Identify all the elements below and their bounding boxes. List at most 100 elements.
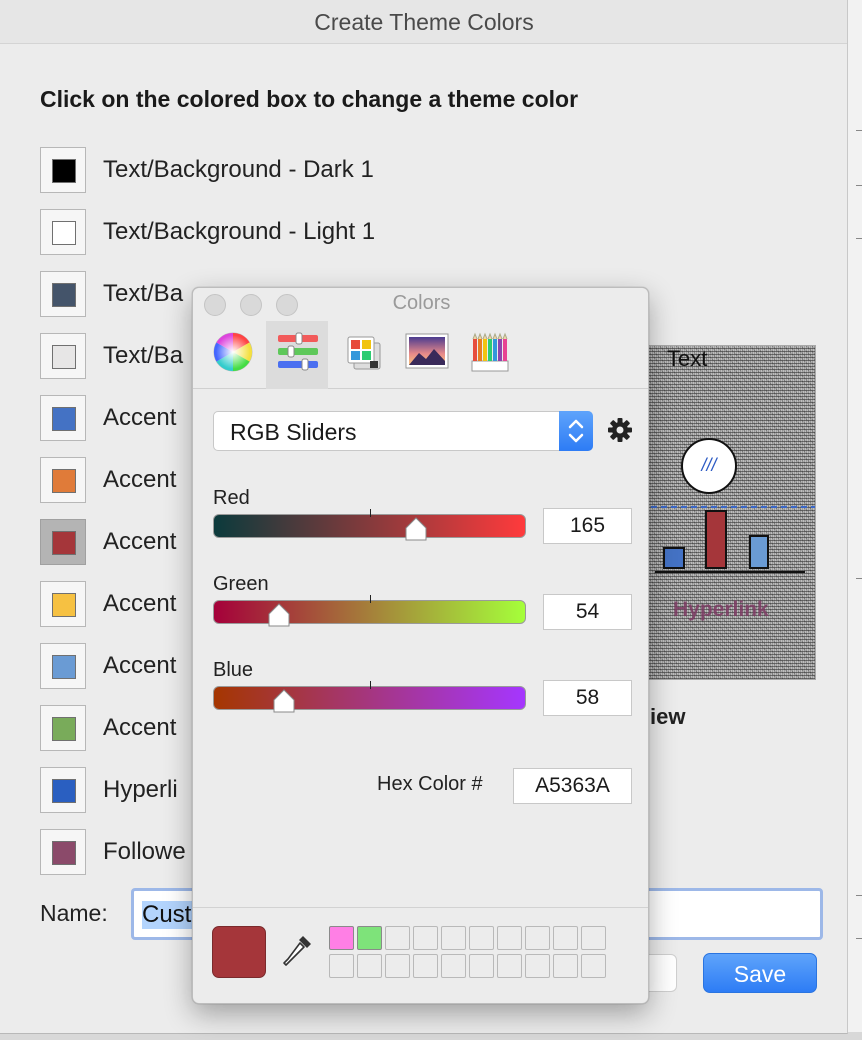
theme-color-swatch-button[interactable] [40, 271, 86, 317]
channel-slider-thumb[interactable] [272, 688, 296, 714]
channel-value-input[interactable]: 165 [543, 508, 632, 544]
tab-image-palettes[interactable] [394, 321, 456, 389]
color-swatch-slot[interactable] [581, 954, 606, 978]
tab-pencils[interactable] [458, 321, 520, 389]
color-swatch-slot[interactable] [553, 954, 578, 978]
preview-hyperlink: Hyperlink [673, 598, 769, 621]
colors-panel: Colors RGB Sliders Red 165 Green 54 Blue… [192, 287, 649, 1004]
theme-color-swatch-button[interactable] [40, 147, 86, 193]
channel-value-input[interactable]: 54 [543, 594, 632, 630]
color-swatch-slot[interactable] [385, 926, 410, 950]
preview-text: Text [667, 346, 708, 371]
color-swatch-slot[interactable] [469, 954, 494, 978]
theme-color-label: Accent [103, 714, 177, 741]
image-palettes-icon [405, 333, 449, 369]
eyedropper-icon[interactable] [281, 932, 315, 977]
channel-slider-track[interactable] [213, 681, 526, 710]
channel-slider-track[interactable] [213, 595, 526, 624]
theme-color-swatch-button[interactable] [40, 705, 86, 751]
instruction-heading: Click on the colored box to change a the… [40, 86, 579, 112]
colors-panel-footer [193, 907, 648, 1003]
theme-color-label: Text/Background - Light 1 [103, 218, 376, 245]
theme-color-fill [52, 345, 76, 369]
channel-slider-thumb[interactable] [267, 602, 291, 628]
slider-mode-value: RGB Sliders [230, 419, 357, 445]
theme-color-swatch-button[interactable] [40, 395, 86, 441]
theme-color-fill [52, 593, 76, 617]
theme-color-fill [52, 655, 76, 679]
color-swatch-slot[interactable] [553, 926, 578, 950]
channel-label: Red [213, 487, 250, 509]
color-swatch-slot[interactable] [441, 926, 466, 950]
color-swatch-slot[interactable] [581, 926, 606, 950]
color-swatch-slot[interactable] [329, 954, 354, 978]
updown-chevron-icon [559, 411, 593, 451]
color-swatch-slot[interactable] [357, 926, 382, 950]
theme-color-swatch-button[interactable] [40, 767, 86, 813]
channel-label: Blue [213, 659, 254, 681]
gear-icon[interactable] [607, 417, 633, 448]
theme-color-fill [52, 779, 76, 803]
preview-circle-shape: /// [681, 438, 737, 494]
theme-color-swatch-button[interactable] [40, 519, 86, 565]
color-swatch-slot[interactable] [413, 954, 438, 978]
color-swatch-slot[interactable] [329, 926, 354, 950]
save-button[interactable]: Save [703, 953, 817, 993]
theme-color-fill [52, 407, 76, 431]
theme-color-label: Accent [103, 404, 177, 431]
color-swatch-slot[interactable] [469, 926, 494, 950]
theme-color-fill [52, 717, 76, 741]
theme-color-row: Text/Background - Dark 1 [40, 147, 440, 193]
theme-color-fill [52, 283, 76, 307]
theme-color-swatch-button[interactable] [40, 643, 86, 689]
hex-color-label: Hex Color # [377, 773, 483, 795]
theme-color-swatch-button[interactable] [40, 457, 86, 503]
tab-color-palettes[interactable] [330, 321, 392, 389]
color-swatch-slot[interactable] [525, 926, 550, 950]
preview-line [641, 506, 815, 508]
theme-color-fill [52, 469, 76, 493]
color-swatch-slot[interactable] [385, 954, 410, 978]
tab-color-sliders[interactable] [266, 321, 328, 389]
channel-label: Green [213, 573, 269, 595]
channel-slider-thumb[interactable] [404, 516, 428, 542]
channel-slider-track[interactable] [213, 509, 526, 538]
preview-bar [705, 510, 727, 569]
channel-value-input[interactable]: 58 [543, 680, 632, 716]
color-swatch-slot[interactable] [525, 954, 550, 978]
color-swatch-slot[interactable] [413, 926, 438, 950]
background-window-edge [848, 0, 862, 1040]
theme-color-label: Followe [103, 838, 186, 865]
color-swatch-slot[interactable] [497, 954, 522, 978]
theme-color-swatch-button[interactable] [40, 581, 86, 627]
theme-color-label: Text/Background - Dark 1 [103, 156, 374, 183]
slider-mode-select[interactable]: RGB Sliders [213, 411, 593, 451]
current-color-swatch[interactable] [212, 926, 266, 978]
tab-color-wheel[interactable] [202, 321, 264, 389]
theme-color-fill [52, 159, 76, 183]
theme-color-fill [52, 221, 76, 245]
theme-color-label: Accent [103, 590, 177, 617]
theme-name-value: Cust [142, 901, 194, 929]
theme-preview: Text /// Hyperlink [640, 345, 816, 680]
theme-color-swatch-button[interactable] [40, 829, 86, 875]
theme-color-label: Accent [103, 466, 177, 493]
colors-panel-title: Colors [392, 292, 451, 314]
theme-color-label: Accent [103, 652, 177, 679]
dialog-title: Create Theme Colors [0, 0, 847, 44]
colors-toolbar [193, 321, 648, 389]
theme-color-fill [52, 531, 76, 555]
name-label: Name: [40, 900, 108, 926]
preview-bar [749, 535, 769, 569]
hex-color-input[interactable]: A5363A [513, 768, 632, 804]
preview-axis [655, 571, 805, 573]
theme-color-label: Text/Ba [103, 342, 184, 369]
slider-midpoint-tick [370, 509, 371, 517]
color-swatch-slot[interactable] [441, 954, 466, 978]
color-wheel-icon [213, 332, 253, 372]
theme-color-swatch-button[interactable] [40, 209, 86, 255]
theme-color-swatch-button[interactable] [40, 333, 86, 379]
color-swatch-slot[interactable] [357, 954, 382, 978]
color-swatch-slot[interactable] [497, 926, 522, 950]
theme-color-fill [52, 841, 76, 865]
